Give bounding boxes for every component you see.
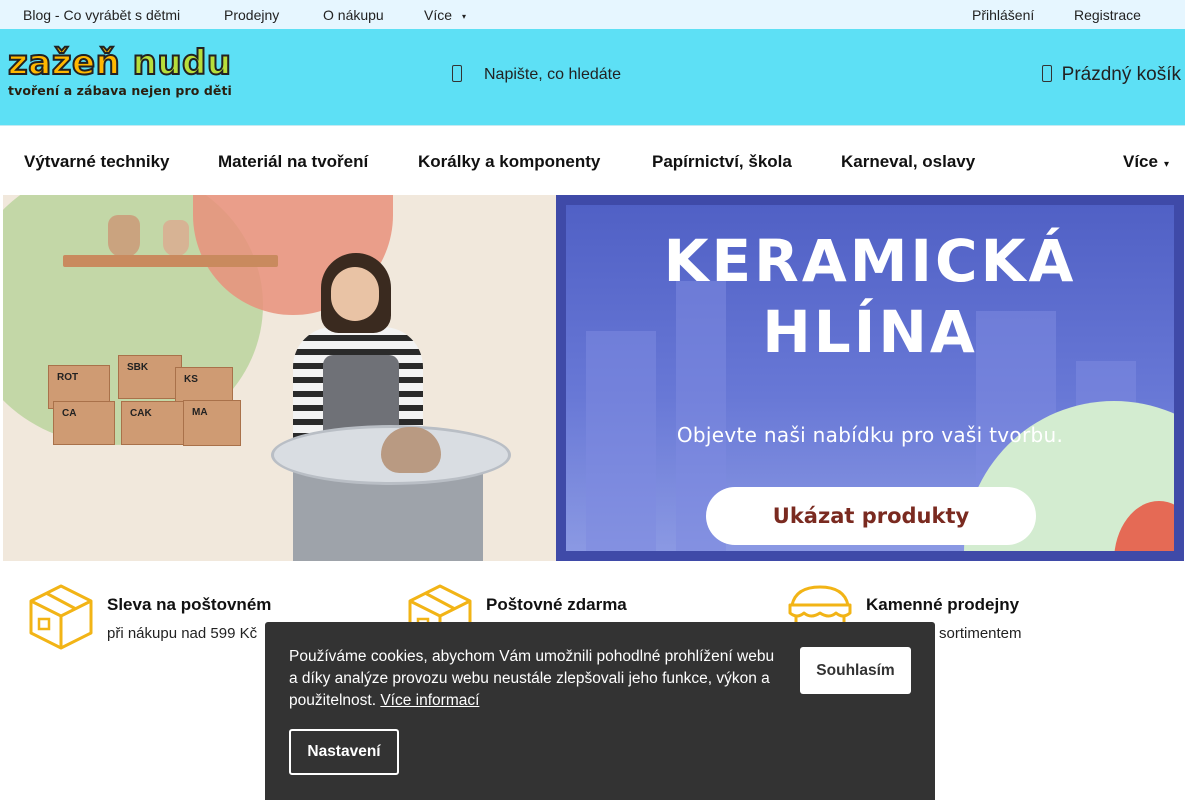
search-icon [452,65,462,82]
clay-block: MA [183,400,241,446]
topbar-more-label: Více [424,7,453,23]
header: zažeň nudu tvoření a zábava nejen pro dě… [0,29,1185,126]
vase-image [163,220,189,256]
search-input[interactable]: Napište, co hledáte [452,65,621,84]
benefit-title: Sleva na poštovném [107,595,272,614]
cookie-settings-button[interactable]: Nastavení [289,729,399,775]
main-nav: Výtvarné techniky Materiál na tvoření Ko… [0,127,1185,195]
hero-banner[interactable]: ROT SBK KS CA CAK MA KERAMICKÁ HLÍNA Obj… [3,195,1184,561]
chevron-down-icon: ▾ [462,12,467,21]
box-icon [29,584,93,650]
nav-more-label: Více [1123,152,1158,171]
top-bar: Blog - Co vyrábět s dětmi Prodejny O nák… [0,0,1185,29]
hero-illustration: ROT SBK KS CA CAK MA [3,195,563,561]
benefit-desc: při nákupu nad 599 Kč [107,625,258,642]
benefit-desc: sortimentem [939,625,1022,642]
nav-more[interactable]: Více ▾ [1123,152,1169,172]
hero-promo: KERAMICKÁ HLÍNA Objevte naši nabídku pro… [556,195,1184,561]
cookie-banner: Používáme cookies, abychom Vám umožnili … [265,622,935,800]
cookie-more-info-link[interactable]: Více informací [380,692,479,709]
benefit-title: Poštovné zdarma [486,595,627,614]
hero-subtitle: Objevte naši nabídku pro vaši tvorbu. [676,423,1064,447]
accept-cookies-button[interactable]: Souhlasím [800,647,911,694]
register-link[interactable]: Registrace [1074,7,1141,23]
clay-pot [381,427,441,473]
logo-wordmark: zažeň nudu [7,43,232,83]
vase-image [108,215,140,257]
logo-tagline: tvoření a zábava nejen pro děti [8,83,232,98]
nav-item-craft-material[interactable]: Materiál na tvoření [218,152,368,172]
clay-block: CA [53,401,115,445]
search-placeholder: Napište, co hledáte [484,66,621,83]
nav-item-art-techniques[interactable]: Výtvarné techniky [24,152,170,172]
clay-block: SBK [118,355,182,399]
topbar-link-about-shopping[interactable]: O nákupu [323,7,384,23]
topbar-more[interactable]: Více ▾ [424,7,466,23]
cart-button[interactable]: Prázdný košík [1041,64,1181,86]
cart-icon [1041,65,1052,82]
shelf [63,255,278,267]
login-link[interactable]: Přihlášení [972,7,1034,23]
hero-title-line2: HLÍNA [762,298,978,366]
nav-item-stationery[interactable]: Papírnictví, škola [652,152,792,172]
topbar-link-stores[interactable]: Prodejny [224,7,279,23]
benefit-title: Kamenné prodejny [866,595,1020,614]
show-products-button[interactable]: Ukázat produkty [706,487,1036,545]
hero-title: KERAMICKÁ [663,227,1077,295]
logo[interactable]: zažeň nudu tvoření a zábava nejen pro dě… [7,43,232,98]
clay-block: CAK [121,401,187,445]
cart-label: Prázdný košík [1061,64,1181,85]
cookie-text: Používáme cookies, abychom Vám umožnili … [289,648,775,709]
topbar-link-blog[interactable]: Blog - Co vyrábět s dětmi [23,7,180,23]
nav-item-beads[interactable]: Korálky a komponenty [418,152,600,172]
nav-item-carnival[interactable]: Karneval, oslavy [841,152,975,172]
chevron-down-icon: ▾ [1163,159,1170,170]
